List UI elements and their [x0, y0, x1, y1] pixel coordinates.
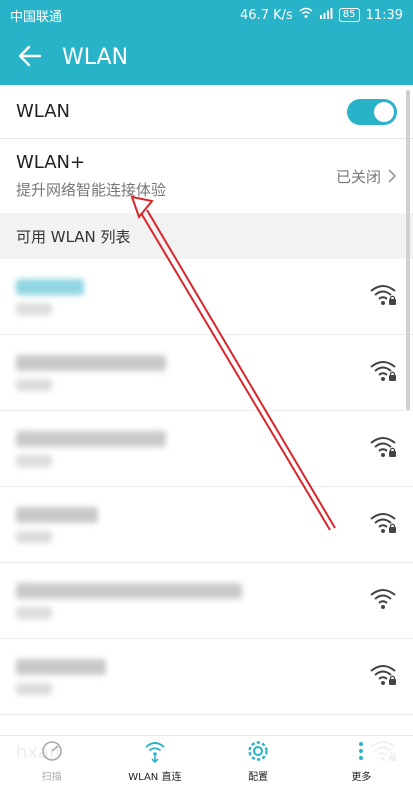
status-right: 46.7 K/s 85 11:39: [240, 7, 403, 23]
network-list-item[interactable]: [0, 335, 413, 411]
wlan-plus-text: WLAN+ 提升网络智能连接体验: [16, 152, 166, 200]
network-list-item[interactable]: [0, 487, 413, 563]
wlan-settings-card: WLAN WLAN+ 提升网络智能连接体验 已关闭: [0, 85, 413, 213]
network-status-redacted: [16, 302, 52, 315]
clock: 11:39: [365, 7, 403, 23]
available-networks-header: 可用 WLAN 列表: [0, 213, 413, 259]
network-list-item[interactable]: [0, 411, 413, 487]
wifi-locked-icon: [369, 435, 397, 463]
network-name-redacted: [16, 506, 98, 523]
network-name-redacted: [16, 354, 166, 371]
network-speed: 46.7 K/s: [240, 7, 293, 23]
network-text: [16, 582, 242, 619]
more-icon: [349, 739, 373, 766]
network-name-redacted: [16, 582, 242, 599]
nav-item-scan[interactable]: 扫描: [12, 739, 92, 783]
wifi-locked-icon: [369, 663, 397, 691]
wlan-plus-title: WLAN+: [16, 152, 86, 173]
wlan-plus-subtitle: 提升网络智能连接体验: [16, 181, 167, 199]
wifi-status-icon: [299, 7, 313, 23]
network-name-redacted: [16, 278, 84, 295]
network-status-redacted: [16, 606, 52, 619]
network-status-redacted: [16, 454, 52, 467]
wlan-plus-status-label: 已关闭: [335, 167, 381, 186]
network-status-redacted: [16, 682, 52, 695]
battery-icon: 85: [338, 8, 360, 22]
nav-label: WLAN 直连: [128, 771, 182, 783]
wifi-direct-icon: [143, 739, 167, 766]
nav-label: 配置: [248, 771, 269, 783]
wlan-plus-row[interactable]: WLAN+ 提升网络智能连接体验 已关闭: [0, 139, 413, 213]
network-name-redacted: [16, 430, 166, 447]
wlan-label: WLAN: [16, 101, 71, 122]
carrier-label: 中国联通: [10, 9, 63, 25]
gear-icon: [246, 739, 270, 766]
network-status-redacted: [16, 530, 52, 543]
wifi-locked-icon: [369, 511, 397, 539]
network-text: [16, 354, 166, 391]
back-arrow-icon[interactable]: [16, 42, 62, 74]
chevron-right-icon: [388, 169, 397, 183]
nav-item-gear[interactable]: 配置: [218, 739, 298, 783]
wifi-locked-icon: [369, 359, 397, 387]
network-list: hxan: [0, 259, 413, 785]
network-text: [16, 658, 106, 695]
nav-item-more[interactable]: 更多: [321, 739, 401, 783]
app-bar: WLAN: [0, 30, 413, 85]
network-list-item[interactable]: [0, 563, 413, 639]
network-status-redacted: [16, 378, 52, 391]
status-bar: 中国联通 46.7 K/s 85 11:39: [0, 0, 413, 30]
nav-label: 扫描: [41, 771, 62, 783]
wifi-icon: [369, 587, 397, 615]
signal-icon: [319, 7, 333, 23]
network-list-item[interactable]: [0, 259, 413, 335]
bottom-navigation: 扫描 WLAN 直连 配置 更多: [0, 735, 413, 785]
network-name-redacted: [16, 658, 106, 675]
wlan-toggle-switch[interactable]: [347, 98, 397, 125]
nav-item-wifi-direct[interactable]: WLAN 直连: [115, 739, 195, 783]
network-list-item[interactable]: [0, 639, 413, 715]
wlan-plus-status: 已关闭: [336, 166, 397, 187]
network-text: [16, 506, 98, 543]
nav-label: 更多: [351, 771, 372, 783]
network-text: [16, 430, 166, 467]
scan-icon: [40, 739, 64, 766]
network-text: [16, 278, 84, 315]
wifi-locked-icon: [369, 283, 397, 311]
scrollbar[interactable]: [406, 90, 410, 410]
page-title: WLAN: [62, 45, 129, 70]
wlan-toggle-row[interactable]: WLAN: [0, 85, 413, 139]
